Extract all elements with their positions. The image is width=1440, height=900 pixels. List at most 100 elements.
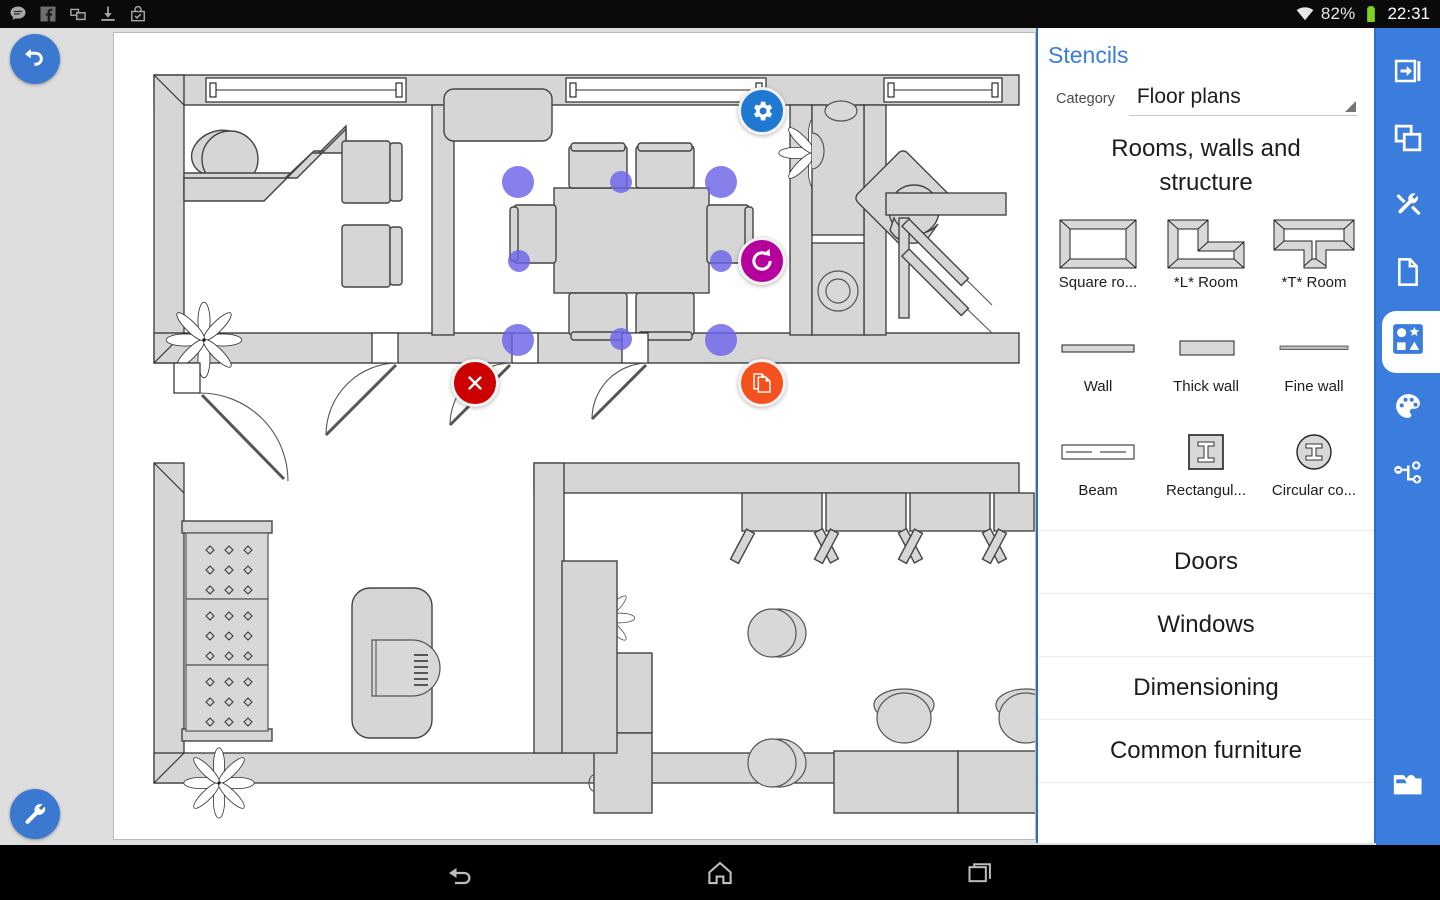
- selection-handle-bc[interactable]: [610, 328, 632, 350]
- stencil-section-dimensioning[interactable]: Dimensioning: [1038, 657, 1374, 721]
- toolbar-open-file-button[interactable]: [1376, 754, 1440, 821]
- rotate-icon: [752, 248, 772, 271]
- undo-icon: [25, 49, 43, 66]
- document-icon: [1394, 257, 1422, 292]
- connector-icon: [1393, 458, 1423, 493]
- recents-icon: [968, 862, 991, 882]
- toolbar-document-button[interactable]: [1376, 241, 1440, 308]
- stencil-item-beam[interactable]: Beam: [1044, 418, 1152, 522]
- toolbar-stencils-button[interactable]: [1376, 308, 1440, 375]
- shape-duplicate-button[interactable]: [738, 359, 786, 407]
- battery-icon: [1367, 6, 1376, 22]
- android-nav-bar: [0, 845, 1440, 900]
- shape-rotate-button[interactable]: [738, 237, 786, 285]
- stencil-item-thick-wall[interactable]: Thick wall: [1152, 314, 1260, 418]
- nav-recents-button[interactable]: [960, 853, 1000, 893]
- folder-open-icon: [1392, 771, 1424, 804]
- rectangular-column-icon: [1184, 424, 1228, 480]
- square-room-icon: [1058, 216, 1138, 272]
- floor-plan-drawing: .wall { fill:#d6d6d6; stroke:#2b2b2b; st…: [150, 74, 1035, 834]
- layers-icon: [1393, 123, 1423, 158]
- shopping-bag-icon: [131, 5, 145, 22]
- stencil-section-doors[interactable]: Doors: [1038, 531, 1374, 595]
- beam-icon: [1058, 424, 1138, 480]
- thick-wall-icon: [1166, 320, 1246, 376]
- stencil-item-fine-wall[interactable]: Fine wall: [1260, 314, 1368, 418]
- message-icon: [10, 6, 26, 20]
- copy-icon: [70, 8, 86, 21]
- clock-label: 22:31: [1387, 4, 1430, 23]
- stencil-grid: Square ro... *L* Room *T* Room Wall Thic…: [1038, 210, 1374, 522]
- stencils-icon: [1391, 322, 1425, 361]
- selection-handle-tc[interactable]: [610, 171, 632, 193]
- download-icon: [101, 6, 115, 21]
- fine-wall-icon: [1274, 320, 1354, 376]
- tools-icon: [1393, 190, 1423, 225]
- collapse-panel-icon: [1393, 56, 1423, 91]
- stencil-label: Wall: [1083, 378, 1113, 396]
- t-room-icon: [1272, 216, 1356, 272]
- stencil-item-l-room[interactable]: *L* Room: [1152, 210, 1260, 314]
- stencil-section-title: Rooms, walls and structure: [1111, 135, 1301, 197]
- l-room-icon: [1166, 216, 1246, 272]
- stencil-item-wall[interactable]: Wall: [1044, 314, 1152, 418]
- screen: 82% 22:31 .wall { fill:#d6d6d6; stroke:#…: [0, 0, 1440, 900]
- stencil-section-common-furniture[interactable]: Common furniture: [1038, 720, 1374, 784]
- shape-settings-button[interactable]: [738, 87, 786, 135]
- selection-handle-mr[interactable]: [710, 250, 732, 272]
- stencil-item-t-room[interactable]: *T* Room: [1260, 210, 1368, 314]
- stencil-label: *T* Room: [1281, 274, 1347, 292]
- stencil-sections-list: Doors Windows Dimensioning Common furnit…: [1038, 530, 1374, 784]
- selection-handle-br[interactable]: [705, 324, 737, 356]
- category-row: Category Floor plans: [1038, 77, 1374, 116]
- toolbar-collapse-panel-button[interactable]: [1376, 40, 1440, 107]
- dropdown-arrow-icon: [1345, 101, 1356, 112]
- duplicate-icon: [753, 373, 771, 393]
- stencils-panel-title: Stencils: [1048, 42, 1129, 68]
- close-icon: [468, 376, 482, 390]
- shape-delete-button[interactable]: [451, 359, 499, 407]
- facebook-icon: [40, 6, 56, 22]
- toolbar-bottom-group: [1376, 754, 1440, 821]
- tools-fab-button[interactable]: [10, 789, 60, 839]
- palette-icon: [1393, 391, 1423, 426]
- stencil-label: Thick wall: [1173, 378, 1239, 396]
- wrench-icon: [25, 803, 46, 824]
- category-label: Category: [1056, 91, 1115, 107]
- stencil-section-windows[interactable]: Windows: [1038, 594, 1374, 658]
- android-status-bar: 82% 22:31: [0, 0, 1440, 28]
- drawing-canvas[interactable]: .wall { fill:#d6d6d6; stroke:#2b2b2b; st…: [113, 32, 1036, 840]
- status-bar-system-icons: 82% 22:31: [1295, 4, 1440, 24]
- circular-column-icon: [1292, 424, 1336, 480]
- stencil-label: Circular co...: [1271, 482, 1357, 500]
- toolbar-connector-button[interactable]: [1376, 442, 1440, 509]
- back-icon: [449, 867, 471, 884]
- toolbar-layers-button[interactable]: [1376, 107, 1440, 174]
- category-select[interactable]: Floor plans: [1128, 85, 1358, 116]
- battery-percent-label: 82%: [1320, 4, 1356, 23]
- wall-icon: [1058, 320, 1138, 376]
- toolbar-tools-button[interactable]: [1376, 174, 1440, 241]
- stencil-label: Beam: [1078, 482, 1118, 500]
- right-toolbar: [1376, 28, 1440, 845]
- nav-back-button[interactable]: [440, 853, 480, 893]
- toolbar-palette-button[interactable]: [1376, 375, 1440, 442]
- stencil-label: Fine wall: [1284, 378, 1344, 396]
- stencil-label: Rectangul...: [1165, 482, 1247, 500]
- selection-handle-bl[interactable]: [502, 324, 534, 356]
- stencil-label: Square ro...: [1058, 274, 1138, 292]
- home-icon: [708, 861, 732, 884]
- undo-button[interactable]: [10, 34, 60, 84]
- gear-icon: [753, 101, 773, 121]
- wifi-icon: [1296, 7, 1314, 21]
- stencil-label: *L* Room: [1173, 274, 1239, 292]
- selection-handle-tr[interactable]: [705, 166, 737, 198]
- selection-handle-ml[interactable]: [508, 250, 530, 272]
- stencil-item-square-room[interactable]: Square ro...: [1044, 210, 1152, 314]
- stencil-item-rectangular-column[interactable]: Rectangul...: [1152, 418, 1260, 522]
- stencils-panel: Stencils Category Floor plans Rooms, wal…: [1036, 28, 1376, 843]
- selection-handle-tl[interactable]: [502, 166, 534, 198]
- nav-home-button[interactable]: [700, 853, 740, 893]
- status-bar-notification-icons: [0, 4, 148, 24]
- stencil-item-circular-column[interactable]: Circular co...: [1260, 418, 1368, 522]
